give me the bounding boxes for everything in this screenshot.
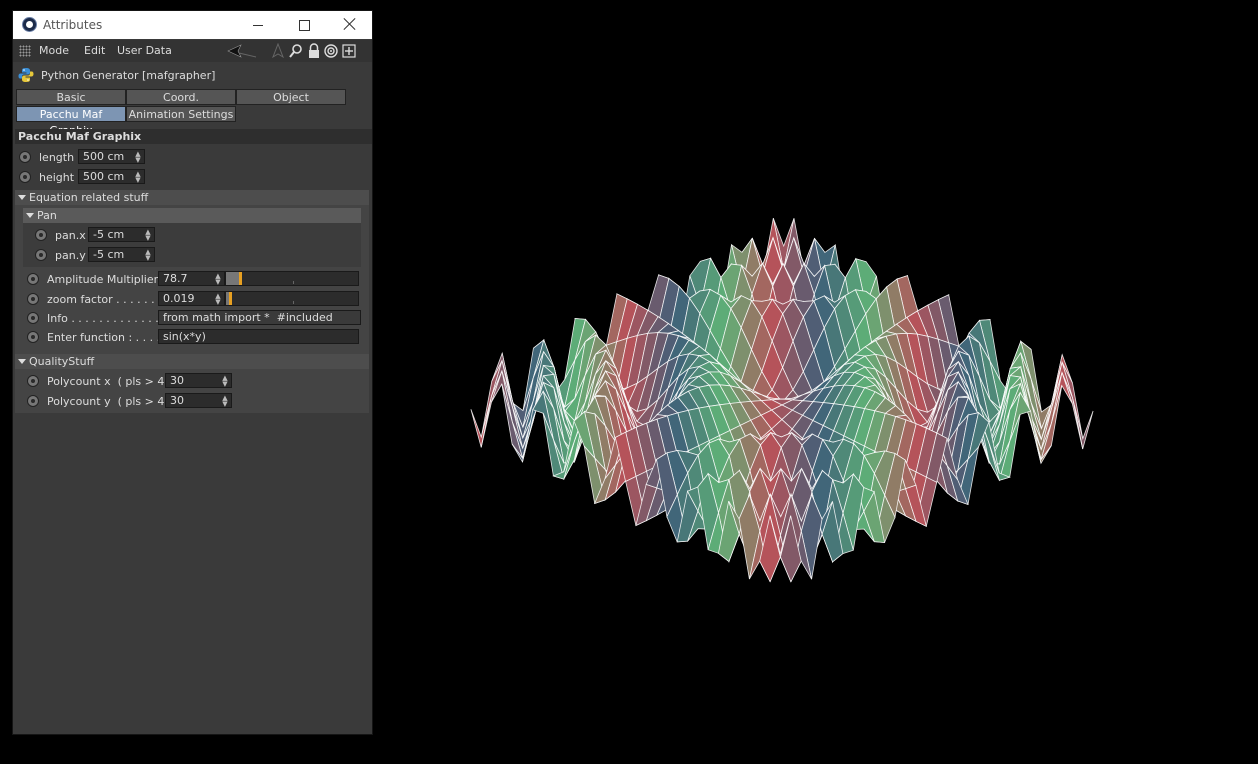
pan-group-header[interactable]: Pan <box>23 208 361 223</box>
zoom-spinner-icon[interactable]: ▲ ▼ <box>215 293 221 306</box>
menu-edit[interactable]: Edit <box>84 44 105 57</box>
object-header: Python Generator [mafgrapher] <box>13 64 372 86</box>
maximize-button[interactable] <box>281 11 327 39</box>
tab-basic[interactable]: Basic <box>16 89 126 105</box>
cinema4d-logo-icon <box>22 17 37 32</box>
target-icon[interactable] <box>324 43 338 59</box>
amplitude-slider-knob[interactable] <box>239 272 243 285</box>
amplitude-spinner-icon[interactable]: ▲ ▼ <box>215 273 221 286</box>
equation-group-title: Equation related stuff <box>29 191 149 204</box>
new-panel-icon[interactable] <box>342 43 356 59</box>
pan-x-field[interactable]: -5 cm ▲ ▼ <box>88 227 155 242</box>
pan-x-keyframe-radio[interactable] <box>35 229 47 241</box>
collapse-triangle-icon <box>18 195 26 200</box>
polyy-value: 30 <box>170 394 184 407</box>
section-title: Pacchu Maf Graphix <box>15 129 372 144</box>
pan-x-value: -5 cm <box>93 228 125 241</box>
window-title: Attributes <box>43 18 103 32</box>
surface-mesh <box>470 218 1094 583</box>
length-value: 500 cm <box>83 150 125 163</box>
height-keyframe-radio[interactable] <box>19 171 31 183</box>
height-label: height <box>39 171 75 184</box>
length-keyframe-radio[interactable] <box>19 151 31 163</box>
slider-tick <box>293 281 294 284</box>
zoom-keyframe-radio[interactable] <box>27 293 39 305</box>
menu-mode[interactable]: Mode <box>39 44 69 57</box>
quality-group-title: QualityStuff <box>29 355 95 368</box>
polyx-field[interactable]: 30 ▲ ▼ <box>165 373 232 388</box>
amplitude-field[interactable]: 78.7 ▲ ▼ <box>158 271 225 286</box>
polyy-spinner-icon[interactable]: ▲ ▼ <box>222 395 228 408</box>
pan-y-label: pan.y <box>55 249 86 262</box>
length-field[interactable]: 500 cm ▲ ▼ <box>78 149 145 164</box>
attributes-window: Attributes Mode Edit User Data Python Ge… <box>12 10 373 735</box>
polyx-label: Polycount x ( pls > 4 ) <box>47 375 173 388</box>
tab-object[interactable]: Object <box>236 89 346 105</box>
pan-y-value: -5 cm <box>93 248 125 261</box>
info-field: from math import * #included <box>158 310 361 325</box>
function-input[interactable]: sin(x*y) <box>158 329 359 344</box>
length-spinner-icon[interactable]: ▲ ▼ <box>135 151 141 164</box>
function-label: Enter function : . . . . <box>47 331 161 344</box>
amplitude-slider-fill <box>226 272 240 285</box>
slider-tick <box>293 301 294 304</box>
minimize-icon <box>253 25 263 26</box>
back-arrow-icon[interactable] <box>227 43 257 59</box>
polyx-keyframe-radio[interactable] <box>27 375 39 387</box>
height-spinner-icon[interactable]: ▲ ▼ <box>135 171 141 184</box>
polyy-field[interactable]: 30 ▲ ▼ <box>165 393 232 408</box>
title-bar[interactable]: Attributes <box>13 11 372 39</box>
tab-animation-settings[interactable]: Animation Settings <box>126 106 236 122</box>
pan-y-spinner-icon[interactable]: ▲ ▼ <box>145 249 151 262</box>
object-name: Python Generator [mafgrapher] <box>41 69 216 82</box>
pan-y-field[interactable]: -5 cm ▲ ▼ <box>88 247 155 262</box>
height-value: 500 cm <box>83 170 125 183</box>
minimize-button[interactable] <box>235 11 281 39</box>
pan-x-label: pan.x <box>55 229 86 242</box>
amplitude-value: 78.7 <box>163 272 188 285</box>
zoom-slider-knob[interactable] <box>228 292 232 305</box>
zoom-field[interactable]: 0.019 ▲ ▼ <box>158 291 225 306</box>
zoom-label: zoom factor . . . . . . . <box>47 293 162 306</box>
height-field[interactable]: 500 cm ▲ ▼ <box>78 169 145 184</box>
python-icon <box>18 68 34 82</box>
menu-user-data[interactable]: User Data <box>117 44 172 57</box>
maximize-icon <box>299 20 310 31</box>
pan-group-title: Pan <box>37 209 57 222</box>
close-icon <box>343 17 357 31</box>
tab-pacchu-maf-graphix[interactable]: Pacchu Maf Graphix <box>16 106 126 137</box>
lock-icon[interactable] <box>307 43 321 59</box>
amplitude-slider[interactable] <box>225 271 359 286</box>
length-label: length <box>39 151 75 164</box>
quality-group-header[interactable]: QualityStuff <box>15 354 369 369</box>
amplitude-label: Amplitude Multiplier <box>47 273 159 286</box>
collapse-triangle-icon <box>26 213 34 218</box>
grip-icon[interactable] <box>19 45 31 57</box>
up-arrow-icon[interactable] <box>271 43 285 59</box>
collapse-triangle-icon <box>18 359 26 364</box>
search-icon[interactable] <box>289 43 303 59</box>
menu-bar: Mode Edit User Data <box>13 40 372 62</box>
info-keyframe-radio[interactable] <box>27 312 39 324</box>
amplitude-keyframe-radio[interactable] <box>27 273 39 285</box>
polyx-value: 30 <box>170 374 184 387</box>
pan-x-spinner-icon[interactable]: ▲ ▼ <box>145 229 151 242</box>
function-keyframe-radio[interactable] <box>27 331 39 343</box>
pan-y-keyframe-radio[interactable] <box>35 249 47 261</box>
equation-group-header[interactable]: Equation related stuff <box>15 190 369 205</box>
info-label: Info . . . . . . . . . . . . . . <box>47 312 166 325</box>
polyx-spinner-icon[interactable]: ▲ ▼ <box>222 375 228 388</box>
zoom-slider[interactable] <box>225 291 359 306</box>
zoom-value: 0.019 <box>163 292 195 305</box>
polyy-keyframe-radio[interactable] <box>27 395 39 407</box>
close-button[interactable] <box>327 11 373 39</box>
tab-coord[interactable]: Coord. <box>126 89 236 105</box>
polyy-label: Polycount y ( pls > 4 ) <box>47 395 173 408</box>
